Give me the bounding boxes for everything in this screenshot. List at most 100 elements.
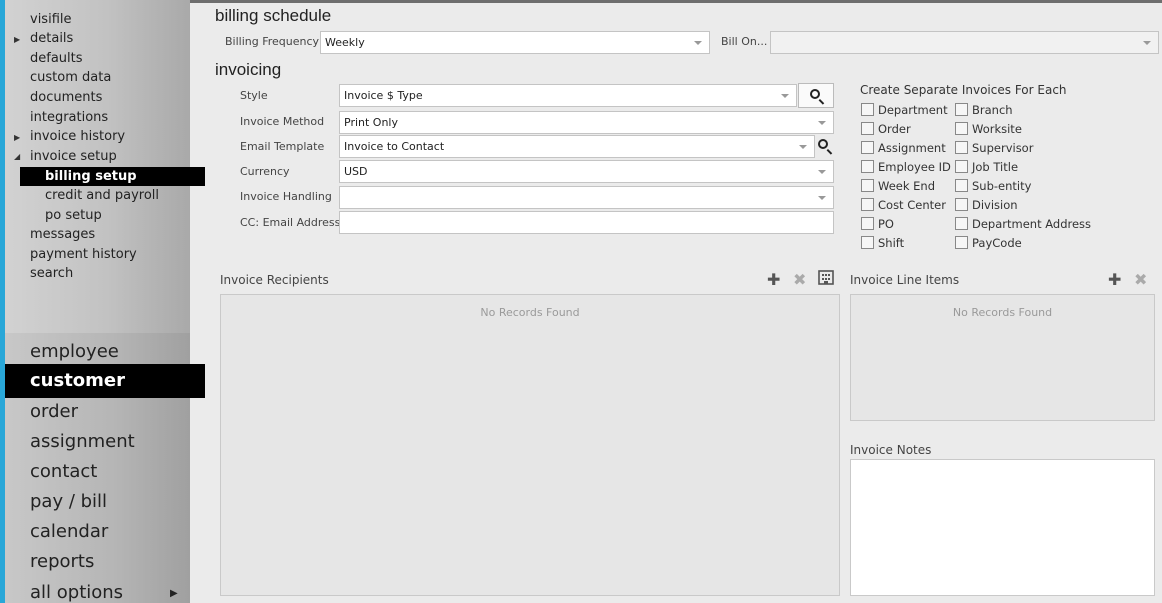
collapse-arrow-icon[interactable]: ◢ — [14, 152, 20, 161]
add-line-item-button[interactable]: ✚ — [1108, 270, 1121, 289]
invoice-recipients-grid[interactable]: No Records Found — [220, 294, 840, 596]
checkbox-job-title[interactable] — [955, 160, 968, 173]
cc-email-input[interactable] — [339, 211, 834, 234]
chevron-down-icon — [781, 94, 789, 98]
add-recipient-button[interactable]: ✚ — [767, 270, 780, 289]
checkbox-label: Branch — [972, 103, 1013, 117]
checkbox-label: Shift — [878, 236, 905, 250]
top-border — [190, 0, 1162, 3]
checkbox-cost-center[interactable] — [861, 198, 874, 211]
checkbox-department-address[interactable] — [955, 217, 968, 230]
invoice-line-items-grid[interactable]: No Records Found — [850, 294, 1155, 421]
subnav-item-po-setup[interactable]: po setup — [45, 208, 102, 223]
main-nav-pay-bill[interactable]: pay / bill — [30, 491, 107, 512]
checkbox-po[interactable] — [861, 217, 874, 230]
subnav-item-payment-history[interactable]: payment history — [30, 247, 137, 262]
expand-arrow-icon[interactable]: ▶ — [14, 133, 20, 142]
subnav-item-label: visifile — [30, 12, 72, 27]
checkbox-department[interactable] — [861, 103, 874, 116]
invoice-method-label: Invoice Method — [240, 115, 325, 128]
checkbox-supervisor[interactable] — [955, 141, 968, 154]
style-select[interactable]: Invoice $ Type — [339, 84, 797, 107]
subnav-item-invoice-history[interactable]: ▶ invoice history — [14, 129, 126, 144]
email-template-value: Invoice to Contact — [344, 140, 445, 153]
checkbox-label: Week End — [878, 179, 936, 193]
checkbox-branch[interactable] — [955, 103, 968, 116]
subnav-item-messages[interactable]: messages — [30, 227, 95, 242]
main-nav-contact[interactable]: contact — [30, 461, 97, 482]
subnav-item-integrations[interactable]: integrations — [30, 110, 108, 125]
billing-frequency-value: Weekly — [325, 36, 365, 49]
currency-value: USD — [344, 165, 368, 178]
checkbox-worksite[interactable] — [955, 122, 968, 135]
subnav-item-label: credit and payroll — [45, 188, 160, 203]
main-nav-order[interactable]: order — [30, 401, 78, 422]
email-template-label: Email Template — [240, 140, 325, 153]
billing-frequency-select[interactable]: Weekly — [320, 31, 710, 54]
main-nav-calendar[interactable]: calendar — [30, 521, 108, 542]
chevron-down-icon — [1143, 41, 1151, 45]
search-icon — [810, 89, 820, 99]
main-nav-customer[interactable]: customer — [5, 364, 205, 398]
checkbox-label: Order — [878, 122, 911, 136]
delete-line-item-button[interactable]: ✖ — [1134, 270, 1147, 289]
invoice-notes-textarea[interactable] — [850, 459, 1155, 596]
main-nav-assignment[interactable]: assignment — [30, 431, 135, 452]
checkbox-label: Employee ID — [878, 160, 951, 174]
subnav-item-details[interactable]: ▶ details — [14, 31, 73, 46]
checkbox-label: Department Address — [972, 217, 1092, 231]
email-template-select[interactable]: Invoice to Contact — [339, 135, 815, 158]
checkbox-label: Department — [878, 103, 948, 117]
invoice-handling-select[interactable] — [339, 186, 834, 209]
invoice-recipients-title: Invoice Recipients — [220, 273, 329, 287]
empty-state-text: No Records Found — [480, 306, 580, 319]
expand-arrow-icon[interactable]: ▶ — [14, 35, 20, 44]
checkbox-sub-entity[interactable] — [955, 179, 968, 192]
subnav-item-label: search — [30, 266, 74, 281]
checkbox-order[interactable] — [861, 122, 874, 135]
empty-state-text: No Records Found — [952, 306, 1053, 319]
email-template-search-button[interactable] — [815, 134, 834, 159]
checkbox-assignment[interactable] — [861, 141, 874, 154]
invoice-notes-title: Invoice Notes — [850, 443, 932, 457]
subnav-item-label: invoice setup — [30, 149, 117, 164]
checkbox-employee-id[interactable] — [861, 160, 874, 173]
subnav-item-invoice-setup[interactable]: ◢ invoice setup — [14, 149, 117, 164]
subnav-item-search[interactable]: search — [30, 266, 73, 281]
sidebar: visifile ▶ details defaults custom data d… — [5, 0, 205, 603]
main-nav-all-options[interactable]: all options ▶ — [30, 582, 178, 603]
subnav-item-label: payment history — [30, 247, 137, 262]
invoice-handling-label: Invoice Handling — [240, 190, 332, 203]
billing-schedule-heading: billing schedule — [215, 6, 332, 25]
subnav-item-credit-and-payroll[interactable]: credit and payroll — [45, 188, 159, 203]
main-nav-reports[interactable]: reports — [30, 551, 94, 572]
bill-on-label: Bill On... — [721, 35, 768, 48]
checkbox-label: Cost Center — [878, 198, 946, 212]
bill-on-select[interactable] — [770, 31, 1159, 54]
style-value: Invoice $ Type — [344, 89, 423, 102]
chevron-down-icon — [694, 41, 702, 45]
subnav-item-custom-data[interactable]: custom data — [30, 70, 111, 85]
currency-select[interactable]: USD — [339, 160, 834, 183]
subnav-item-documents[interactable]: documents — [30, 90, 102, 105]
checkbox-label: Sub-entity — [972, 179, 1032, 193]
subnav-item-label: invoice history — [30, 129, 126, 144]
separate-invoices-heading: Create Separate Invoices For Each — [860, 83, 1067, 97]
checkbox-division[interactable] — [955, 198, 968, 211]
checkbox-week-end[interactable] — [861, 179, 874, 192]
main-nav-label: all options — [30, 582, 124, 603]
delete-recipient-button[interactable]: ✖ — [793, 270, 806, 289]
style-label: Style — [240, 89, 268, 102]
subnav-item-defaults[interactable]: defaults — [30, 51, 83, 66]
checkbox-label: Division — [972, 198, 1018, 212]
subnav-item-label: custom data — [30, 70, 112, 85]
subnav-item-visifile[interactable]: visifile — [30, 12, 72, 27]
building-icon[interactable] — [818, 269, 834, 285]
main-nav-employee[interactable]: employee — [30, 341, 119, 362]
invoice-method-select[interactable]: Print Only — [339, 111, 834, 134]
checkbox-paycode[interactable] — [955, 236, 968, 249]
invoice-line-items-title: Invoice Line Items — [850, 273, 960, 287]
checkbox-shift[interactable] — [861, 236, 874, 249]
style-search-button[interactable] — [798, 83, 834, 108]
subnav-item-billing-setup[interactable]: billing setup — [20, 167, 205, 186]
